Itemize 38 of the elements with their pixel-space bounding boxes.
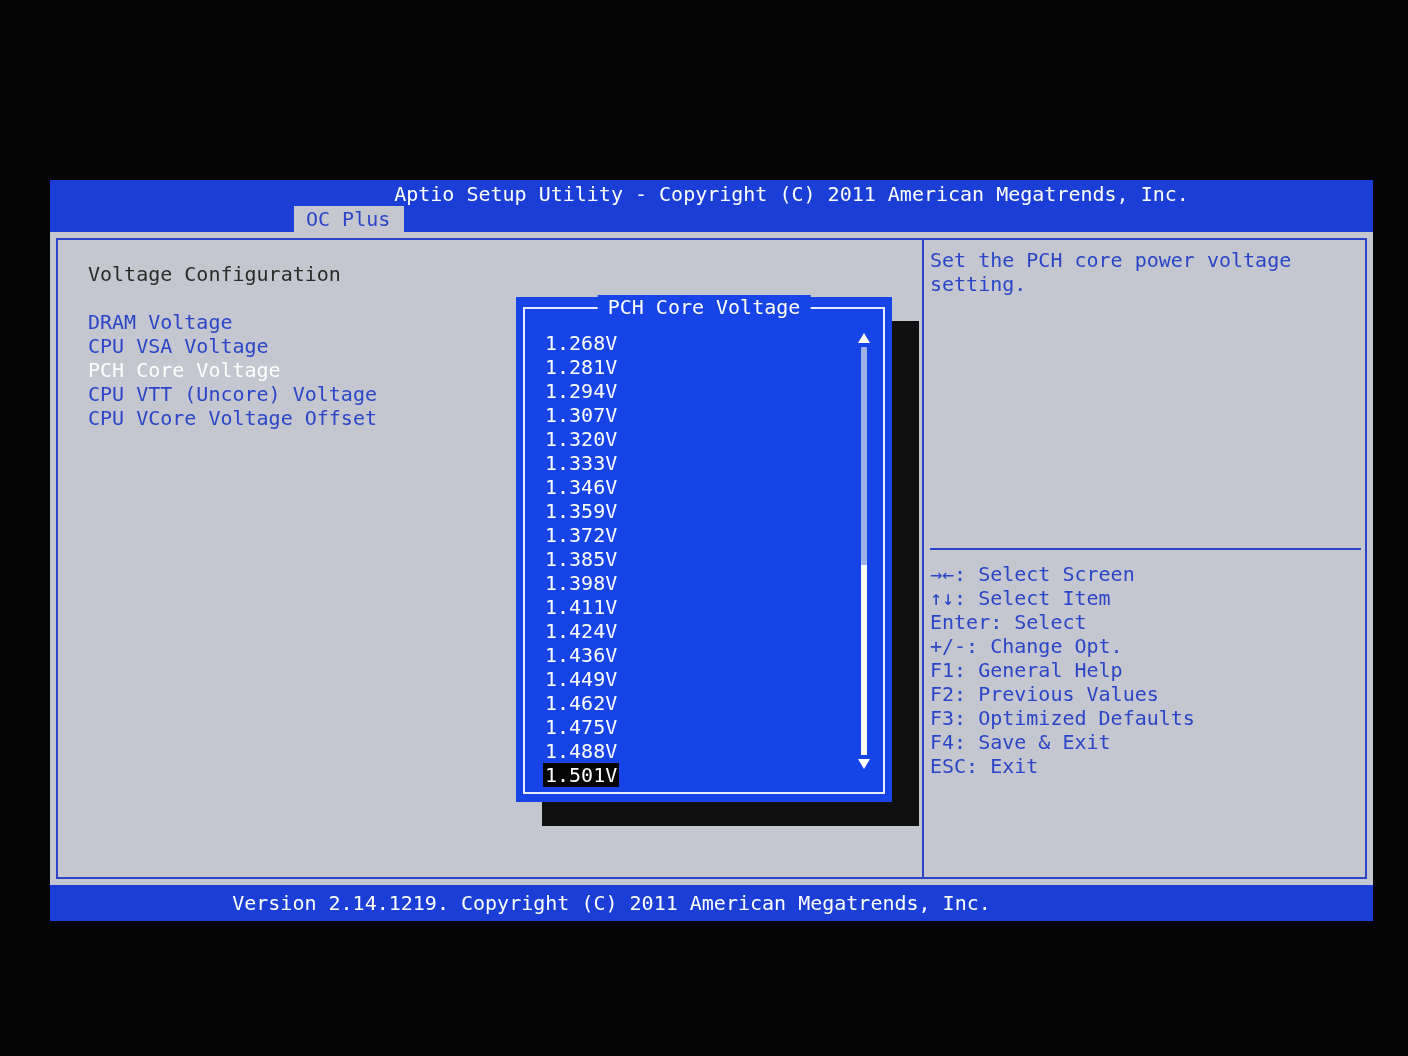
voltage-option[interactable]: 1.449V: [543, 667, 620, 691]
voltage-option[interactable]: 1.436V: [543, 643, 620, 667]
section-title: Voltage Configuration: [88, 262, 342, 286]
voltage-option[interactable]: 1.359V: [543, 499, 620, 523]
voltage-option[interactable]: 1.307V: [543, 403, 620, 427]
voltage-option[interactable]: 1.501V: [543, 763, 620, 787]
voltage-option[interactable]: 1.333V: [543, 451, 620, 475]
menu-item[interactable]: DRAM Voltage: [88, 310, 233, 334]
voltage-option[interactable]: 1.294V: [543, 379, 620, 403]
popup-title: PCH Core Voltage: [597, 295, 811, 319]
menu-item[interactable]: CPU VCore Voltage Offset: [88, 406, 377, 430]
key-hint: Enter: Select: [930, 610, 1087, 634]
voltage-option[interactable]: 1.411V: [543, 595, 620, 619]
utility-title: Aptio Setup Utility - Copyright (C) 2011 American Megatrends, Inc.: [394, 182, 1189, 206]
voltage-option[interactable]: 1.475V: [543, 715, 620, 739]
key-hint: F1: General Help: [930, 658, 1123, 682]
voltage-option[interactable]: 1.385V: [543, 547, 620, 571]
menu-item[interactable]: CPU VTT (Uncore) Voltage: [88, 382, 377, 406]
voltage-option[interactable]: 1.488V: [543, 739, 620, 763]
tab[interactable]: OC Plus: [294, 206, 405, 232]
key-hint: F4: Save & Exit: [930, 730, 1111, 754]
key-hint: →←: Select Screen: [930, 562, 1135, 586]
key-hint: ↑↓: Select Item: [930, 586, 1111, 610]
key-hint: F3: Optimized Defaults: [930, 706, 1195, 730]
menu-item[interactable]: CPU VSA Voltage: [88, 334, 269, 358]
version-text: Version 2.14.1219. Copyright (C) 2011 American Megatrends, Inc.: [232, 891, 991, 915]
key-hint: ESC: Exit: [930, 754, 1039, 778]
help-description: Set the PCH core power voltage setting.: [930, 248, 1293, 298]
voltage-option[interactable]: 1.398V: [543, 571, 620, 595]
voltage-option[interactable]: 1.281V: [543, 355, 620, 379]
voltage-option[interactable]: 1.462V: [543, 691, 620, 715]
key-hint: +/-: Change Opt.: [930, 634, 1123, 658]
voltage-option[interactable]: 1.268V: [543, 331, 620, 355]
key-hint: F2: Previous Values: [930, 682, 1159, 706]
voltage-option[interactable]: 1.424V: [543, 619, 620, 643]
voltage-option[interactable]: 1.320V: [543, 427, 620, 451]
voltage-option[interactable]: 1.346V: [543, 475, 620, 499]
voltage-option[interactable]: 1.372V: [543, 523, 620, 547]
